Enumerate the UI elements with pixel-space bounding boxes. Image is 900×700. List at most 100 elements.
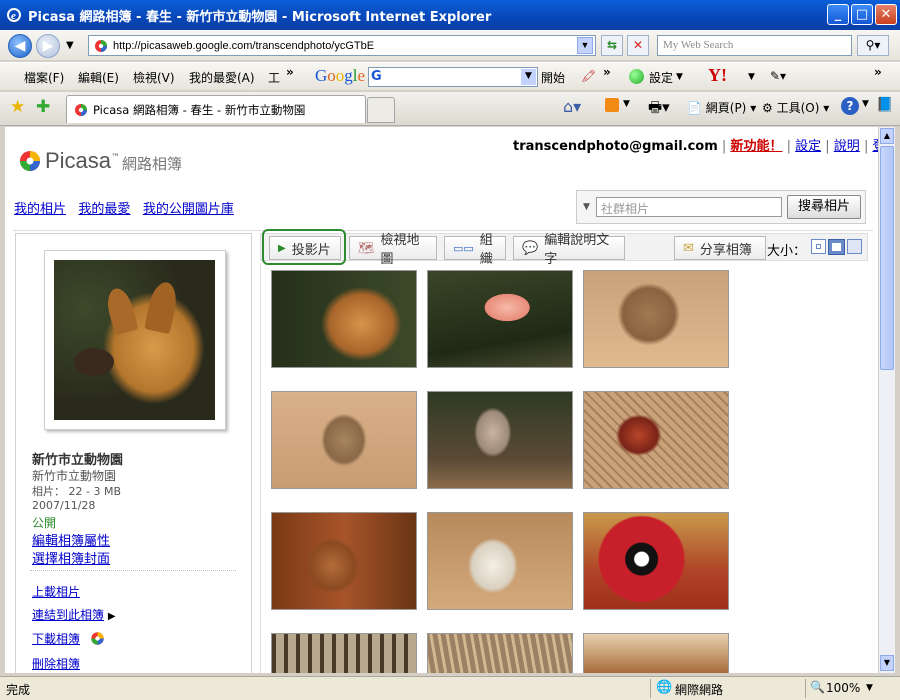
- delete-album-link[interactable]: 刪除相簿: [32, 655, 80, 672]
- menu-file[interactable]: 檔案(F): [24, 69, 64, 86]
- album-cover[interactable]: [44, 250, 226, 430]
- back-button[interactable]: ◀: [8, 34, 32, 58]
- nav-my-photos[interactable]: 我的相片: [14, 202, 66, 217]
- minimize-button[interactable]: _: [827, 4, 849, 25]
- vertical-scrollbar[interactable]: ▲ ▼: [878, 127, 895, 673]
- search-photos-button[interactable]: 搜尋相片: [787, 195, 861, 219]
- help-icon[interactable]: ?: [841, 97, 859, 115]
- zoom-icon[interactable]: 🔍: [810, 680, 825, 694]
- highlighter-icon[interactable]: ✎▾: [770, 69, 786, 83]
- share-album-button[interactable]: ✉ 分享相簿: [674, 236, 766, 260]
- photo-dog[interactable]: [271, 270, 417, 368]
- google-search-button[interactable]: 開始: [541, 69, 565, 86]
- yahoo-dropdown-icon[interactable]: ▼: [748, 72, 755, 82]
- nav-favorites[interactable]: 我的最愛: [78, 202, 130, 217]
- globe-icon: 🌐: [656, 680, 673, 695]
- menu-view[interactable]: 檢視(V): [133, 69, 175, 86]
- picasa-logo-icon: [20, 150, 40, 171]
- photo-row4-3[interactable]: [583, 633, 729, 673]
- photo-row4-1[interactable]: [271, 633, 417, 673]
- forward-button[interactable]: ▶: [36, 34, 60, 58]
- menu-edit[interactable]: 編輯(E): [78, 69, 119, 86]
- bookmark-icon[interactable]: 🖍: [581, 69, 596, 83]
- home-icon[interactable]: ⌂▾: [563, 97, 581, 116]
- zoom-dropdown-icon[interactable]: ▼: [866, 683, 873, 693]
- photo-flamingo[interactable]: [427, 270, 573, 368]
- tools-menu[interactable]: ⚙ 工具(O) ▾: [762, 99, 829, 116]
- size-medium-icon[interactable]: [828, 239, 845, 255]
- browser-tab-active[interactable]: Picasa 網路相簿 - 春生 - 新竹市立動物園: [66, 95, 366, 123]
- link-to-album[interactable]: 連結到此相簿 ▶: [32, 606, 116, 623]
- organize-button[interactable]: ▭▭ 組織: [444, 233, 506, 267]
- upload-photos-link[interactable]: 上載相片: [32, 583, 80, 600]
- print-icon[interactable]: 🖶▾: [648, 97, 670, 122]
- settings-link[interactable]: 設定: [795, 139, 821, 154]
- help-link[interactable]: 說明: [834, 139, 860, 154]
- menu-toolbar: 檔案(F) 編輯(E) 檢視(V) 我的最愛(A) 工 » Google G ▼…: [0, 62, 900, 90]
- toolbar-overflow-icon[interactable]: »: [874, 65, 882, 79]
- photo-pheasant[interactable]: [583, 391, 729, 489]
- nav-public-gallery[interactable]: 我的公開圖片庫: [143, 202, 234, 217]
- settings-dropdown-icon[interactable]: ▼: [676, 72, 683, 82]
- photo-monkeys[interactable]: [583, 270, 729, 368]
- page-menu[interactable]: 📄 網頁(P) ▾: [687, 99, 756, 116]
- view-map-button[interactable]: 🗺 檢視地圖: [349, 233, 437, 267]
- scroll-up-icon[interactable]: ▲: [880, 128, 894, 144]
- svg-text:e: e: [11, 10, 16, 22]
- photo-baboon[interactable]: [427, 391, 573, 489]
- picasa-logo[interactable]: Picasa ™ 網路相簿: [18, 147, 182, 174]
- picasa-favicon-icon: [75, 103, 87, 116]
- picasa-favicon-icon: [95, 39, 107, 52]
- new-tab-button[interactable]: [367, 97, 395, 123]
- photo-white-peacock[interactable]: [427, 512, 573, 610]
- zoom-level[interactable]: 100%: [826, 681, 860, 695]
- tab-bar: ★ ✚ Picasa 網路相簿 - 春生 - 新竹市立動物園 ⌂▾ ▼ 🖶▾ 📄…: [0, 92, 900, 126]
- scroll-thumb[interactable]: [880, 146, 894, 370]
- rss-feed-icon[interactable]: [605, 98, 619, 112]
- add-favorites-icon[interactable]: ✚: [36, 97, 50, 117]
- help-dropdown-icon[interactable]: ▼: [862, 99, 869, 109]
- yahoo-icon[interactable]: Y!: [708, 65, 727, 86]
- history-dropdown-icon[interactable]: ▼: [66, 40, 74, 51]
- size-small-icon[interactable]: [811, 239, 826, 254]
- refresh-icon[interactable]: ⇆: [601, 35, 623, 56]
- menu-tools-truncated[interactable]: 工: [268, 69, 280, 86]
- main-nav: 我的相片 我的最愛 我的公開圖片庫: [14, 198, 234, 217]
- photo-macaque[interactable]: [271, 391, 417, 489]
- search-icon[interactable]: ⚲▾: [857, 35, 889, 56]
- address-bar[interactable]: http://picasaweb.google.com/transcendpho…: [88, 35, 596, 56]
- community-search-input[interactable]: 社群相片: [596, 197, 782, 217]
- photo-deer[interactable]: [271, 512, 417, 610]
- research-icon[interactable]: 📘: [876, 97, 893, 113]
- choose-album-cover-link[interactable]: 選擇相簿封面: [32, 548, 110, 567]
- address-dropdown-icon[interactable]: ▼: [577, 37, 593, 54]
- web-search-input[interactable]: My Web Search: [657, 35, 852, 56]
- stop-icon[interactable]: ✕: [627, 35, 649, 56]
- download-album[interactable]: 下載相簿: [32, 630, 105, 647]
- google-settings-menu[interactable]: 設定: [649, 69, 673, 86]
- edit-captions-button[interactable]: 💬 編輯說明文字: [513, 233, 625, 267]
- search-scope-dropdown-icon[interactable]: ▼: [583, 202, 590, 212]
- photo-row4-2[interactable]: [427, 633, 573, 673]
- edit-album-properties-link[interactable]: 編輯相簿屬性: [32, 530, 110, 549]
- account-email: transcendphoto@gmail.com: [513, 139, 718, 154]
- rss-dropdown-icon[interactable]: ▼: [623, 99, 630, 109]
- google-dropdown-icon[interactable]: ▼: [521, 69, 536, 85]
- maximize-button[interactable]: □: [851, 4, 873, 25]
- size-large-icon[interactable]: [847, 239, 862, 254]
- menu-overflow-icon[interactable]: »: [286, 65, 294, 79]
- slideshow-button[interactable]: ▶ 投影片: [269, 236, 341, 260]
- google-overflow-icon[interactable]: »: [603, 65, 611, 79]
- google-search-input[interactable]: G ▼: [368, 67, 538, 87]
- new-features-link[interactable]: 新功能！: [730, 139, 782, 154]
- album-date: 2007/11/28: [32, 499, 96, 512]
- status-text: 完成: [6, 683, 31, 697]
- map-icon: 🗺: [358, 240, 375, 256]
- organize-icon: ▭▭: [453, 241, 474, 255]
- logo-suffix: 網路相簿: [122, 155, 183, 173]
- photo-golden-pheasant[interactable]: [583, 512, 729, 610]
- favorites-star-icon[interactable]: ★: [10, 97, 25, 117]
- close-button[interactable]: ✕: [875, 4, 897, 25]
- menu-favorites[interactable]: 我的最愛(A): [189, 69, 255, 86]
- scroll-down-icon[interactable]: ▼: [880, 655, 894, 671]
